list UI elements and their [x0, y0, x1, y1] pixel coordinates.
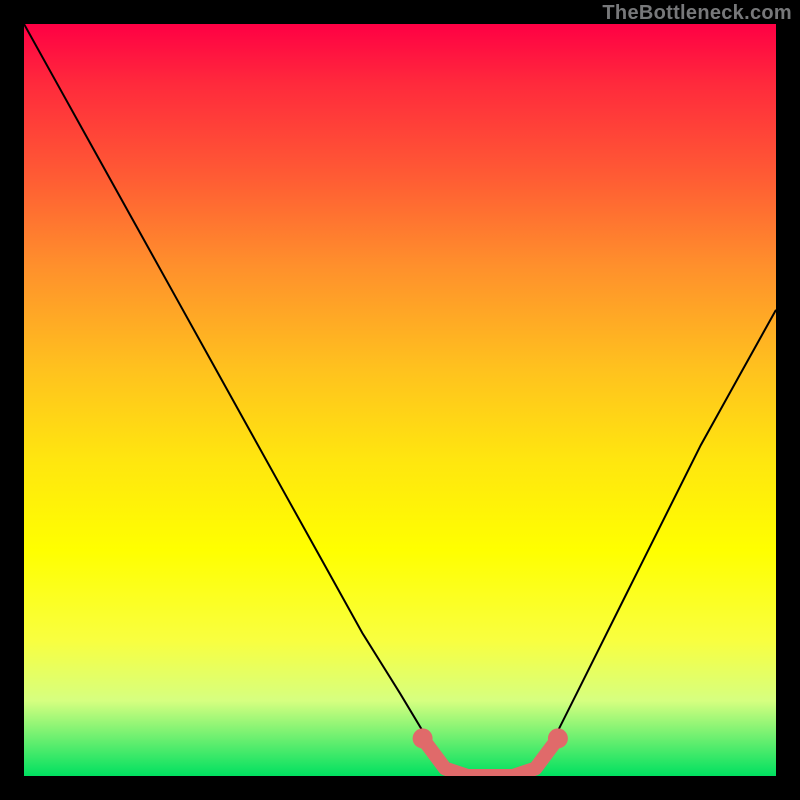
optimal-band-endpoint: [548, 728, 568, 748]
plot-area: [24, 24, 776, 776]
curve-layer: [24, 24, 776, 776]
optimal-band-path: [423, 738, 558, 776]
watermark-text: TheBottleneck.com: [602, 2, 792, 25]
optimal-band-markers: [413, 728, 568, 776]
bottleneck-curve-path: [24, 24, 776, 776]
chart-frame: TheBottleneck.com: [0, 0, 800, 800]
optimal-band-endpoint: [413, 728, 433, 748]
